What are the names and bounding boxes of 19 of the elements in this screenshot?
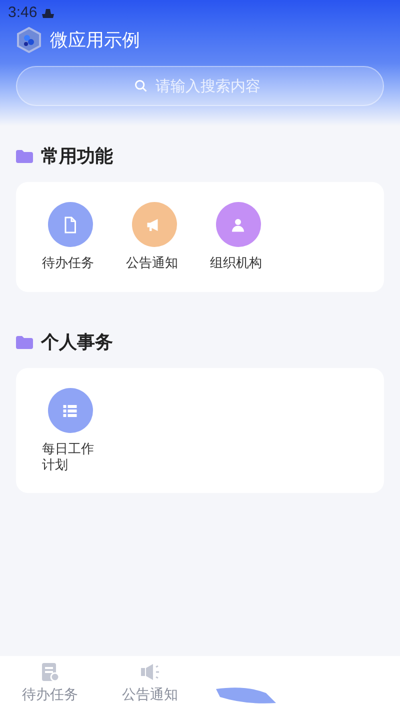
shortcut-item[interactable]: 每日工作计划	[28, 388, 112, 473]
folder-icon	[16, 336, 33, 348]
cube-logo-icon	[16, 27, 42, 53]
shortcut-label: 待办任务	[42, 255, 95, 271]
search-icon	[134, 79, 148, 93]
shortcut-item[interactable]: 公告通知	[112, 202, 196, 272]
document-clock-icon	[40, 662, 60, 682]
shortcut-label: 每日工作计划	[42, 441, 95, 473]
section-title: 个人事务	[41, 331, 113, 354]
app-title: 微应用示例	[50, 29, 140, 52]
shortcut-label: 组织机构	[210, 255, 263, 271]
section-title: 常用功能	[41, 145, 113, 168]
speaker-icon	[139, 662, 161, 682]
folder-icon	[16, 150, 33, 162]
status-time: 3:46	[8, 2, 38, 23]
shortcut-item[interactable]: 组织机构	[196, 202, 280, 272]
shortcut-label: 公告通知	[126, 255, 179, 271]
shortcut-item[interactable]: 待办任务	[28, 202, 112, 272]
search-field[interactable]: 请输入搜索内容	[16, 66, 384, 106]
